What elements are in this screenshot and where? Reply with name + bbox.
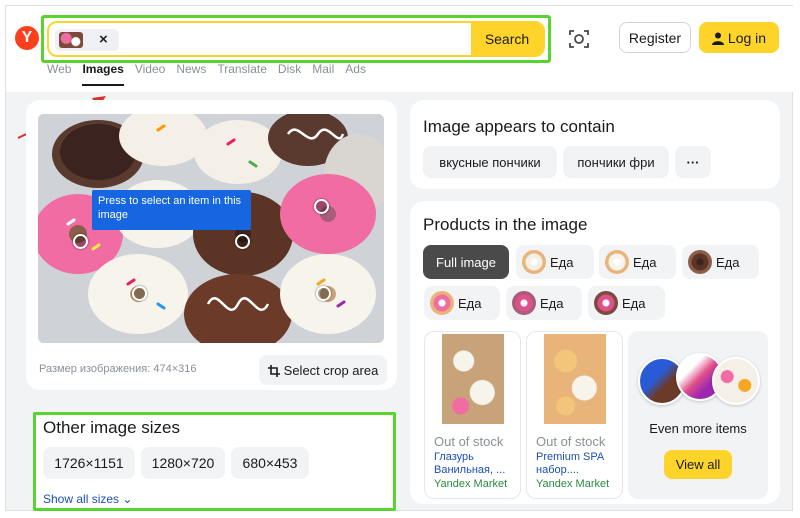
product-bubble <box>712 357 760 405</box>
hotspot-marker[interactable] <box>73 234 88 249</box>
tab-images[interactable]: Images <box>82 62 124 86</box>
more-items-label: Even more items <box>649 421 747 436</box>
donut-thumbnail <box>688 250 712 274</box>
product-chip-label: Еда <box>622 295 646 311</box>
view-all-button[interactable]: View all <box>664 450 732 479</box>
product-chip[interactable]: Еда <box>506 286 582 320</box>
product-chip-label: Еда <box>550 254 574 270</box>
product-chip[interactable]: Еда <box>588 286 665 320</box>
store-name[interactable]: Yandex Market <box>434 478 507 490</box>
image-size-text: Размер изображения: 474×316 <box>39 363 197 375</box>
tab-translate[interactable]: Translate <box>217 62 267 86</box>
products-title: Products in the image <box>423 215 588 234</box>
product-chip-label: Еда <box>540 295 564 311</box>
product-chip[interactable]: Еда <box>599 245 676 279</box>
tab-web[interactable]: Web <box>47 62 71 86</box>
search-highlight-frame <box>41 15 551 63</box>
product-chip-label: Еда <box>716 254 740 270</box>
select-item-tooltip: Press to select an item in this image <box>92 190 251 230</box>
header: Y × Search Register Log in Web Images Vi… <box>6 6 794 92</box>
product-chip-label: Еда <box>633 254 657 270</box>
product-name-link[interactable]: Premium SPA набор.... <box>536 451 622 477</box>
hotspot-marker[interactable] <box>316 286 331 301</box>
stock-status: Out of stock <box>536 434 606 449</box>
search-nav-tabs: Web Images Video News Translate Disk Mai… <box>47 62 377 86</box>
query-image-card <box>26 100 397 390</box>
login-button[interactable]: Log in <box>699 22 779 53</box>
product-image <box>442 334 504 424</box>
tab-video[interactable]: Video <box>135 62 165 86</box>
tab-disk[interactable]: Disk <box>278 62 301 86</box>
hotspot-marker[interactable] <box>235 234 250 249</box>
donut-thumbnail <box>512 291 536 315</box>
hotspot-marker[interactable] <box>314 199 329 214</box>
donut-thumbnail <box>522 250 546 274</box>
tab-mail[interactable]: Mail <box>312 62 334 86</box>
full-image-button[interactable]: Full image <box>423 245 509 279</box>
size-option[interactable]: 680×453 <box>231 447 309 479</box>
tab-news[interactable]: News <box>176 62 206 86</box>
contains-title: Image appears to contain <box>423 117 615 136</box>
browser-frame: Y × Search Register Log in Web Images Vi… <box>5 5 794 512</box>
hotspot-marker[interactable] <box>132 286 147 301</box>
store-name[interactable]: Yandex Market <box>536 478 609 490</box>
stock-status: Out of stock <box>434 434 504 449</box>
tag-chip[interactable]: вкусные пончики <box>423 146 557 178</box>
yandex-logo[interactable]: Y <box>15 26 39 50</box>
size-option[interactable]: 1280×720 <box>141 447 225 479</box>
login-label: Log in <box>727 29 767 46</box>
product-card[interactable]: Out of stock Premium SPA набор.... Yande… <box>526 331 623 499</box>
camera-lens-icon[interactable] <box>568 28 590 50</box>
register-button[interactable]: Register <box>619 22 691 53</box>
product-card[interactable]: Out of stock Глазурь Ванильная, ... Yand… <box>424 331 521 499</box>
tab-ads[interactable]: Ads <box>345 62 366 86</box>
product-chip[interactable]: Еда <box>682 245 759 279</box>
size-option[interactable]: 1726×1151 <box>43 447 135 479</box>
show-all-sizes-link[interactable]: Show all sizes ⌄ <box>43 492 132 506</box>
donut-thumbnail <box>430 291 454 315</box>
product-image <box>544 334 606 424</box>
product-chip[interactable]: Еда <box>424 286 500 320</box>
tag-chip[interactable]: пончики фри <box>563 146 669 178</box>
donut-thumbnail <box>594 291 618 315</box>
more-options-button[interactable]: ··· <box>675 146 711 178</box>
product-chip[interactable]: Еда <box>516 245 594 279</box>
product-chip-label: Еда <box>458 295 482 311</box>
other-sizes-title: Other image sizes <box>43 418 180 437</box>
crop-icon <box>267 364 280 377</box>
donut-thumbnail <box>605 250 629 274</box>
crop-label: Select crop area <box>283 362 379 378</box>
product-name-link[interactable]: Глазурь Ванильная, ... <box>434 451 520 477</box>
person-icon <box>711 32 724 45</box>
select-crop-area-button[interactable]: Select crop area <box>259 355 387 385</box>
